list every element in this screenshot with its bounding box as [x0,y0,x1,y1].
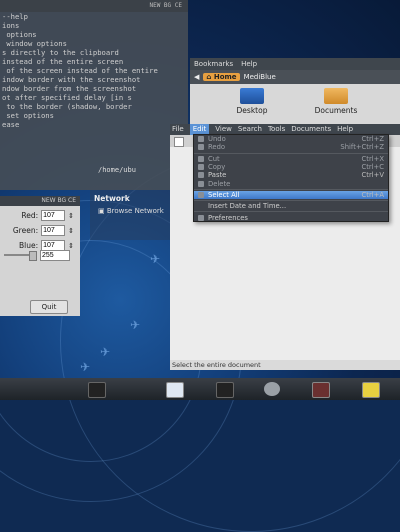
airplane-icon: ✈ [80,360,91,374]
undo-icon [198,136,204,143]
documents-folder-icon [324,88,348,104]
file-icon-view: Desktop Documents [190,84,400,115]
menu-bookmarks[interactable]: Bookmarks [194,58,233,70]
terminal-line: instead of the entire screen [2,57,124,66]
terminal-line: of the screen instead of the entire [2,66,158,75]
menu-separator [194,152,388,154]
terminal-line: s directly to the clipboard [2,48,119,57]
terminal-line: ot after specified delay [in s [2,93,132,102]
cut-icon [198,155,204,162]
desktop-folder-icon [240,88,264,104]
alpha-input[interactable] [40,250,70,261]
green-row: Green: ⇕ [0,225,80,236]
terminal-task-icon[interactable] [216,382,234,398]
network-pane: Network ▣ Browse Network [90,190,170,240]
terminal-line: options [2,30,37,39]
red-input[interactable] [41,210,66,221]
terminal-line: indow border with the screenshot [2,75,141,84]
red-row: Red: ⇕ [0,210,80,221]
status-bar: Select the entire document [170,360,400,370]
red-label: Red: [21,211,39,220]
preferences-icon [198,214,204,221]
green-input[interactable] [41,225,66,236]
airplane-icon: ✈ [150,252,161,266]
airplane-icon: ✈ [130,318,141,332]
desktop-folder[interactable]: Desktop [230,88,274,115]
terminal-line: window options [2,39,67,48]
terminal-line: set options [2,111,54,120]
menu-item-select-all[interactable]: Select All Ctrl+A [194,190,388,200]
color-dialog[interactable]: NEW BG CE Red: ⇕ Green: ⇕ Blue: ⇕ Quit [0,196,80,316]
back-arrow-icon[interactable]: ◀ [194,73,199,81]
airplane-icon: ✈ [100,345,111,359]
alpha-slider[interactable] [4,251,37,261]
location-bar: ◀ ⌂ Home MediBlue [190,70,400,84]
menu-item-undo[interactable]: Undo Ctrl+Z [194,135,388,143]
browser-task-icon[interactable] [166,382,184,398]
location-home-button[interactable]: ⌂ Home [203,73,240,81]
taskbar [0,378,400,400]
menu-help[interactable]: Help [241,58,257,70]
terminal-line: to the border (shadow, border [2,102,132,111]
menu-file[interactable]: File [172,124,184,135]
menu-item-cut[interactable]: Cut Ctrl+X [194,155,388,163]
browse-network-item[interactable]: ▣ Browse Network [90,207,170,215]
menu-item-preferences[interactable]: Preferences [194,213,388,222]
disk-task-icon[interactable] [264,382,280,396]
documents-folder[interactable]: Documents [314,88,358,115]
menu-item-redo[interactable]: Redo Shift+Ctrl+Z [194,143,388,151]
terminal-line: ions [2,21,20,30]
color-dialog-title: NEW BG CE [0,196,80,206]
edit-menu-dropdown: Undo Ctrl+Z Redo Shift+Ctrl+Z Cut Ctrl+X… [193,134,389,222]
menu-item-delete[interactable]: Delete [194,179,388,188]
blue-spin-icon[interactable]: ⇕ [68,242,74,250]
menu-item-paste[interactable]: Paste Ctrl+V [194,171,388,179]
terminal-output: --help ions options window options s direc… [0,12,188,129]
green-spin-icon[interactable]: ⇕ [68,227,74,235]
location-mediblue-button[interactable]: MediBlue [244,73,276,81]
network-header: Network [94,194,130,203]
terminal-line: ease [2,120,20,129]
terminal-line: ndow border from the screenshot [2,84,137,93]
terminal-task-icon[interactable] [88,382,106,398]
green-label: Green: [12,226,39,235]
redo-icon [198,144,204,151]
menu-item-copy[interactable]: Copy Ctrl+C [194,163,388,171]
menu-separator [194,211,388,213]
home-icon: ⌂ [206,73,212,81]
blue-label: Blue: [19,241,39,250]
menu-item-insert-date-time[interactable]: Insert Date and Time... [194,202,388,210]
copy-icon [198,164,204,171]
terminal-line: --help [2,12,28,21]
image-viewer-task-icon[interactable] [312,382,330,398]
select-all-icon [198,191,204,198]
file-manager-window[interactable]: Bookmarks Help ◀ ⌂ Home MediBlue Desktop… [190,58,400,128]
red-spin-icon[interactable]: ⇕ [68,212,74,220]
text-editor-task-icon[interactable] [362,382,380,398]
terminal-title: NEW BG CE [0,0,188,12]
delete-icon [198,180,204,187]
file-manager-menubar: Bookmarks Help [190,58,400,70]
menu-separator [194,200,388,202]
menu-separator [194,188,388,190]
network-icon: ▣ [98,207,105,215]
paste-icon [198,172,204,179]
terminal-path-text: /home/ubu [98,166,136,174]
quit-button[interactable]: Quit [30,300,68,314]
new-document-icon[interactable] [174,137,184,147]
